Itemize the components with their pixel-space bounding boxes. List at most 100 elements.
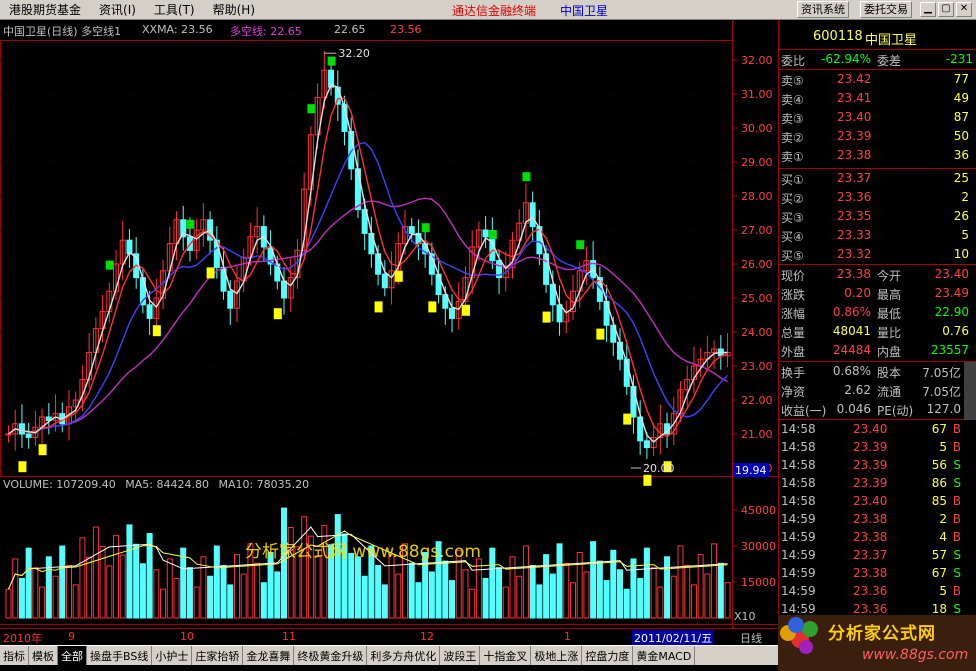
volume-bar: [375, 564, 382, 619]
tab-ark[interactable]: 利多方舟优化: [367, 646, 441, 665]
tab-ultimate-gold[interactable]: 终极黄金升级: [294, 646, 368, 665]
tab-control[interactable]: 控盘力度: [582, 646, 634, 665]
menu-item-help[interactable]: 帮助(H): [204, 1, 264, 18]
volume-bar: [139, 563, 146, 619]
volume-bar: [650, 567, 657, 619]
volume-tick-label: 15000: [741, 576, 776, 589]
menu-item-info[interactable]: 资讯(I): [90, 1, 145, 18]
tick-volume: 85: [931, 494, 947, 508]
tick-price: 23.38: [853, 566, 888, 580]
volume-bar: [99, 545, 106, 619]
tab-indicator[interactable]: 指标: [0, 646, 29, 665]
tab-ten-finger[interactable]: 十指金叉: [480, 646, 532, 665]
scrollbar[interactable]: [964, 362, 976, 420]
tab-little-nurse[interactable]: 小护士: [152, 646, 193, 665]
stat-value: 7.05亿: [922, 366, 961, 380]
stat-value: 0.046: [836, 402, 871, 416]
volume-bar: [643, 547, 650, 619]
ask-row: 卖⑤ 23.42 77: [779, 71, 976, 89]
stat-row: 外盘 24484 内盘 23557: [779, 342, 976, 360]
tick-row: 14:59 23.37 57 S: [779, 547, 976, 565]
volume-bar: [39, 586, 46, 619]
date-label-11: 11: [282, 630, 296, 643]
tab-golden-dragon[interactable]: 金龙喜舞: [243, 646, 295, 665]
buy-marker: [421, 223, 430, 233]
period-label[interactable]: 日线: [740, 630, 762, 646]
tick-price: 23.40: [853, 494, 888, 508]
tick-row: 14:58 23.39 56 S: [779, 457, 976, 475]
xxma-value: XXMA: 23.56: [142, 23, 213, 36]
stat-label: PE(动): [877, 404, 914, 418]
tick-row: 14:58 23.39 86 S: [779, 475, 976, 493]
info-system-button[interactable]: 资讯系统: [797, 1, 849, 18]
tab-polar-rise[interactable]: 极地上涨: [531, 646, 583, 665]
price-tick-label: 23.00: [741, 360, 773, 373]
ask-price: 23.39: [837, 129, 872, 143]
volume-bar: [25, 547, 32, 619]
tick-row: 14:59 23.36 5 B: [779, 583, 976, 601]
price-tick-label: 31.00: [741, 88, 773, 101]
stat-label: 最高: [877, 288, 902, 302]
price-tick-label: 21.00: [741, 428, 773, 441]
price-tick-label: 27.00: [741, 224, 773, 237]
menu-item-futures[interactable]: 港股期货基金: [0, 1, 90, 18]
volume-bar: [697, 554, 704, 619]
volume-bar: [260, 582, 267, 619]
stat-label: 涨幅: [781, 307, 806, 321]
candle-body: [18, 423, 25, 435]
volume-value: VOLUME: 107209.40: [3, 478, 116, 491]
bid-row: 买② 23.36 2: [779, 189, 976, 207]
price-tick-label: 29.00: [741, 156, 773, 169]
tick-side: S: [953, 548, 961, 562]
volume-bar: [119, 554, 126, 619]
restore-button[interactable]: ▢: [938, 2, 954, 17]
tab-template[interactable]: 模板: [29, 646, 58, 665]
tick-time: 14:58: [781, 494, 816, 508]
tick-side: B: [952, 422, 961, 436]
volume-tick-label: 30000: [741, 540, 776, 553]
tick-side: S: [953, 458, 961, 472]
dkx-value-2: 22.65: [334, 23, 366, 36]
tab-trader-bs[interactable]: 操盘手BS线: [87, 646, 153, 665]
volume-bar: [59, 545, 66, 619]
trade-button[interactable]: 委托交易: [860, 1, 912, 18]
volume-bar: [267, 551, 274, 619]
stat-value: 22.90: [934, 305, 969, 319]
logo-url: www.88gs.com: [862, 647, 969, 663]
ask-volume: 77: [953, 72, 969, 86]
volume-bar: [160, 588, 167, 619]
tab-all[interactable]: 全部: [58, 646, 87, 665]
tab-gold-macd[interactable]: 黄金MACD: [633, 646, 696, 665]
bid-price: 23.35: [837, 209, 872, 223]
volume-bar: [186, 567, 193, 619]
volume-bar: [711, 543, 718, 619]
tick-volume: 56: [931, 458, 947, 472]
sell-marker: [623, 413, 632, 425]
ask-label: 卖②: [781, 131, 804, 145]
tab-dealer-lift[interactable]: 庄家抬轿: [192, 646, 244, 665]
bid-price: 23.32: [837, 247, 872, 261]
volume-bar: [86, 556, 93, 619]
logo-text: 分析家公式网: [828, 624, 936, 644]
tab-band-king[interactable]: 波段王: [440, 646, 481, 665]
weicha-value: -231: [945, 52, 973, 66]
date-label-10: 10: [180, 630, 194, 643]
volume-bar: [422, 551, 429, 619]
stat-value: 0.20: [844, 286, 871, 300]
price-tick-label: 25.00: [741, 292, 773, 305]
buy-marker: [576, 240, 585, 250]
sell-marker: [273, 308, 282, 320]
weicha-label: 委差: [877, 54, 902, 68]
bid-row: 买⑤ 23.32 10: [779, 246, 976, 264]
stat-row: 收益(一) 0.046 PE(动) 127.0: [779, 401, 976, 419]
menu-item-tools[interactable]: 工具(T): [145, 1, 204, 18]
kline-chart-area[interactable]: 32.00 31.00 30.00 29.00 28.00 27.00 26.00 25.00…: [0, 20, 778, 628]
stat-label: 现价: [781, 269, 806, 283]
volume-bar: [361, 575, 368, 619]
candle-body: [489, 236, 496, 262]
close-button[interactable]: ✕: [956, 2, 972, 17]
minimize-button[interactable]: ▁: [920, 2, 936, 17]
tick-side: S: [953, 476, 961, 490]
tick-volume: 2: [939, 512, 947, 526]
tick-time: 14:59: [781, 602, 816, 616]
